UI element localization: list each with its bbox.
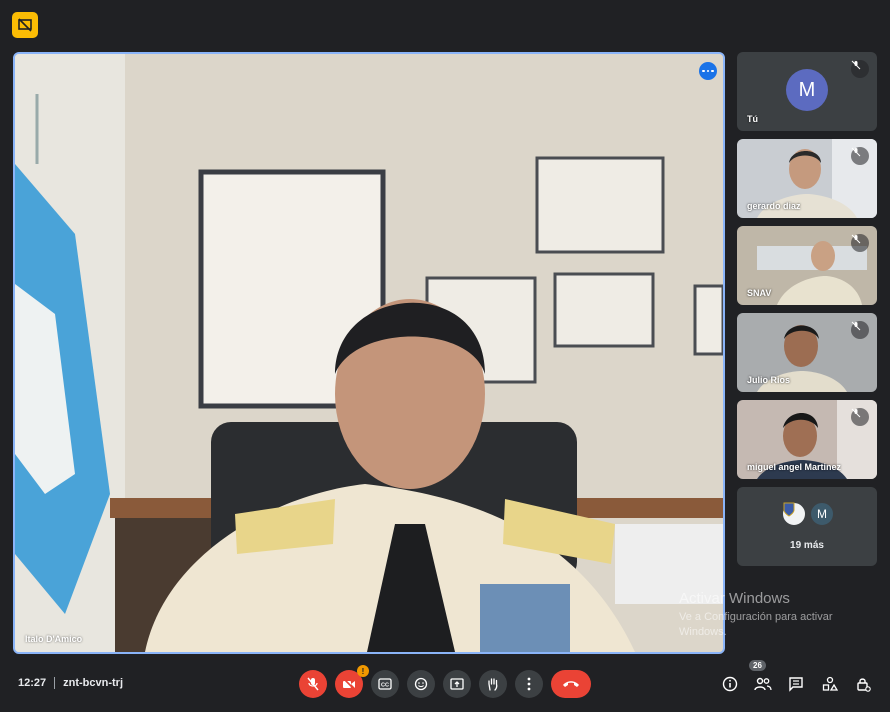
windows-activation-watermark: Activar Windows Ve a Configuración para … (679, 590, 859, 640)
avatar: M (786, 69, 828, 111)
end-call-icon[interactable] (551, 670, 591, 698)
participant-name: miguel angel Martinez (747, 462, 842, 472)
more-participants-tile[interactable]: M 19 más (737, 487, 877, 566)
people-icon[interactable]: 26 (749, 660, 774, 695)
mic-off-icon (851, 147, 869, 165)
mic-off-icon[interactable] (299, 670, 327, 698)
more-participants-label: 19 más (790, 540, 824, 551)
bottom-control-bar: 12:27 znt-bcvn-trj ! CC 26 (0, 660, 890, 706)
presentation-off-icon[interactable] (12, 12, 38, 38)
participant-tile-self[interactable]: M Tú (737, 52, 877, 131)
main-speaker-tile[interactable]: Italo D'Amico (13, 52, 725, 654)
clock-time: 12:27 (18, 677, 47, 689)
participant-name: Tú (747, 114, 758, 124)
participant-name: SNAV (747, 288, 772, 298)
divider (54, 677, 56, 689)
watermark-title: Activar Windows (679, 590, 790, 607)
mic-off-icon (851, 408, 869, 426)
participant-tile-miguel-angel-martinez[interactable]: miguel angel Martinez (737, 400, 877, 479)
participant-logo-avatar (781, 501, 807, 527)
raise-hand-icon[interactable] (479, 670, 507, 698)
info-icon[interactable] (719, 673, 741, 695)
emoji-icon[interactable] (407, 670, 435, 698)
mic-off-icon (851, 321, 869, 339)
speaker-name: Italo D'Amico (25, 634, 83, 644)
avatar: M (809, 501, 835, 527)
participant-tile-gerardo-diaz[interactable]: gerardo diaz (737, 139, 877, 218)
mic-off-icon (851, 60, 869, 78)
host-controls-icon[interactable] (852, 673, 874, 695)
participant-tile-julio-rios[interactable]: Julio Rios (737, 313, 877, 392)
activities-icon[interactable] (819, 673, 841, 695)
camera-off-icon[interactable]: ! (335, 665, 369, 698)
speaker-video (15, 54, 723, 652)
participant-name: gerardo diaz (747, 201, 801, 211)
participant-name: Julio Rios (747, 375, 791, 385)
watermark-subtitle: Ve a Configuración para activar Windows. (679, 611, 833, 638)
meet-call-window: Italo D'Amico Activar Windows Ve a Confi… (0, 0, 890, 712)
present-screen-icon[interactable] (443, 670, 471, 698)
alert-badge: ! (357, 665, 369, 677)
more-vert-icon[interactable] (515, 670, 543, 698)
meeting-code: znt-bcvn-trj (63, 677, 124, 689)
participant-tile-snav[interactable]: SNAV (737, 226, 877, 305)
captions-icon[interactable]: CC (371, 670, 399, 698)
svg-text:CC: CC (381, 683, 389, 689)
mic-off-icon (851, 234, 869, 252)
chat-icon[interactable] (785, 673, 807, 695)
more-options-icon[interactable] (699, 62, 717, 80)
meeting-info: 12:27 znt-bcvn-trj (18, 677, 123, 689)
participant-count-badge: 26 (749, 660, 766, 671)
